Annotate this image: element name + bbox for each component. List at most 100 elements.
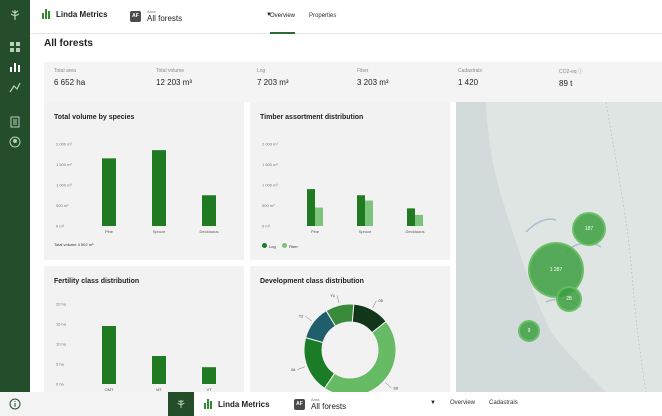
stat-value: 3 203 m³ [357,78,389,87]
map-cluster[interactable]: 187 [572,212,606,246]
grid-icon[interactable] [8,40,22,54]
bottom-top-bar: Linda Metrics AF Area All forests ▼ Over… [194,392,662,416]
slice-label: S0 [393,385,399,390]
tab-properties[interactable]: Properties [309,0,336,34]
stat-value: 89 t [559,79,573,88]
slice-label: Y1 [330,293,336,298]
fertility-class-card: Fertility class distribution 20 ha 15 ha 1… [44,266,244,410]
y-tick-label: 1 000 m³ [262,183,278,188]
stat-label: Cadastrals [458,68,482,74]
development-donut-chart: S0 04 T2 Y1 05 [291,293,399,392]
bar [152,356,166,384]
stat-total-volume: Total volume 12 203 m³ [156,68,192,87]
y-tick-label: 500 m³ [262,203,275,208]
x-tick-label: Pine [311,229,320,234]
stat-label: CO2-eq ⓘ [559,69,583,75]
slice-label: 05 [378,298,383,303]
bottom-bar: Linda Metrics AF Area All forests ▼ Over… [0,392,662,416]
donut-slice [323,320,397,392]
brand[interactable]: Linda Metrics [204,399,270,409]
document-icon[interactable] [8,115,22,129]
stat-value: 1 420 [458,78,479,87]
y-tick-label: 15 ha [56,322,67,327]
slice-leader [297,366,306,370]
bar [152,150,166,226]
slice-leader [372,300,377,308]
brand-logo-icon [42,9,50,19]
bar-fiber [315,207,323,226]
volume-bar-chart: 2 000 m³ 1 500 m³ 1 000 m³ 500 m³ 0 m³ Pine Sp… [56,142,219,235]
stat-fiber: Fiber 3 203 m³ [357,68,389,87]
stat-label: Total volume [156,68,185,74]
tab-overview[interactable]: Overview [450,392,475,416]
info-icon[interactable] [8,397,22,411]
area-value: All forests [311,402,347,411]
y-tick-label: 1 500 m³ [262,162,278,167]
y-tick-label: 0 m³ [56,224,65,229]
development-class-card: Development class distribution S0 04 T2 Y1 0… [250,266,450,392]
timber-assortment-card: Timber assortment distribution 2 000 m³ 1… [250,102,450,260]
brand-name: Linda Metrics [56,9,108,19]
y-tick-label: 2 000 m³ [56,142,72,147]
stat-total-area: Total area 6 652 ha [54,68,85,87]
tab-cadastrals[interactable]: Cadastrals [489,392,518,416]
stat-log: Log 7 203 m³ [257,68,289,87]
timber-legend[interactable]: Log Fiber [262,243,298,249]
top-bar: Linda Metrics AF Area All forests ▼ Over… [30,0,662,34]
stat-value: 7 203 m³ [257,78,289,87]
volume-by-species-card: Total volume by species 2 000 m³ 1 500 m³… [44,102,244,260]
y-tick-label: 2 000 m³ [262,142,278,147]
total-volume-note: Total volume 4 502 m³ [54,242,94,247]
y-tick-label: 0 ha [56,382,65,387]
slice-leader [305,315,312,322]
stats-bar: Total area 6 652 ha Total volume 12 203 … [44,62,662,102]
analysis-icon[interactable] [8,80,22,94]
x-tick-label: Pine [105,229,114,234]
bar [202,367,216,384]
bar [102,158,116,226]
side-rail [0,0,30,416]
map-cluster[interactable]: 9 [518,320,540,342]
bar-fiber [415,214,423,226]
area-select[interactable]: AF Area All forests ▼ [130,4,280,28]
slice-leader [336,295,340,304]
logo-icon[interactable] [8,8,22,22]
y-tick-label: 1 500 m³ [56,162,72,167]
stat-co2: CO2-eq ⓘ 89 t [559,68,583,88]
brand-name: Linda Metrics [218,399,270,409]
bar-log [407,208,415,226]
area-badge: AF [130,10,141,22]
brand[interactable]: Linda Metrics [42,9,108,19]
donut-slice [303,337,336,390]
y-tick-label: 5 ha [56,362,65,367]
area-select[interactable]: AF Area All forests ▼ [294,392,444,416]
slice-leader [385,382,392,389]
legend-fiber: Fiber [281,243,298,249]
stat-value: 6 652 ha [54,78,86,87]
fertility-bar-chart: 20 ha15 ha10 ha5 ha0 haOMT MT VT [56,302,216,392]
stat-label: Fiber [357,68,369,74]
bar-log [357,195,365,226]
brand-logo-icon [204,399,212,409]
stat-value: 12 203 m³ [156,78,193,87]
logo-icon[interactable] [168,392,194,416]
y-tick-label: 10 ha [56,342,67,347]
stat-label: Total area [54,68,76,74]
bar-fiber [365,200,373,226]
map-cluster[interactable]: 28 [556,286,582,312]
tab-overview[interactable]: Overview [270,0,296,34]
bar-log [307,189,315,226]
stat-label: Log [257,68,266,74]
x-tick-label: Deciduous [200,229,219,234]
user-icon[interactable] [8,135,22,149]
y-tick-label: 0 m³ [262,224,271,229]
x-tick-label: Spruce [153,229,166,234]
chart-icon[interactable] [8,60,22,74]
forest-map[interactable]: 187 1 287 28 9 [456,102,662,392]
bar [202,195,216,226]
area-badge: AF [294,398,305,410]
y-tick-label: 20 ha [56,302,67,307]
legend-log: Log [262,243,276,249]
chevron-down-icon: ▼ [430,400,436,406]
x-tick-label: Deciduous [406,229,425,234]
